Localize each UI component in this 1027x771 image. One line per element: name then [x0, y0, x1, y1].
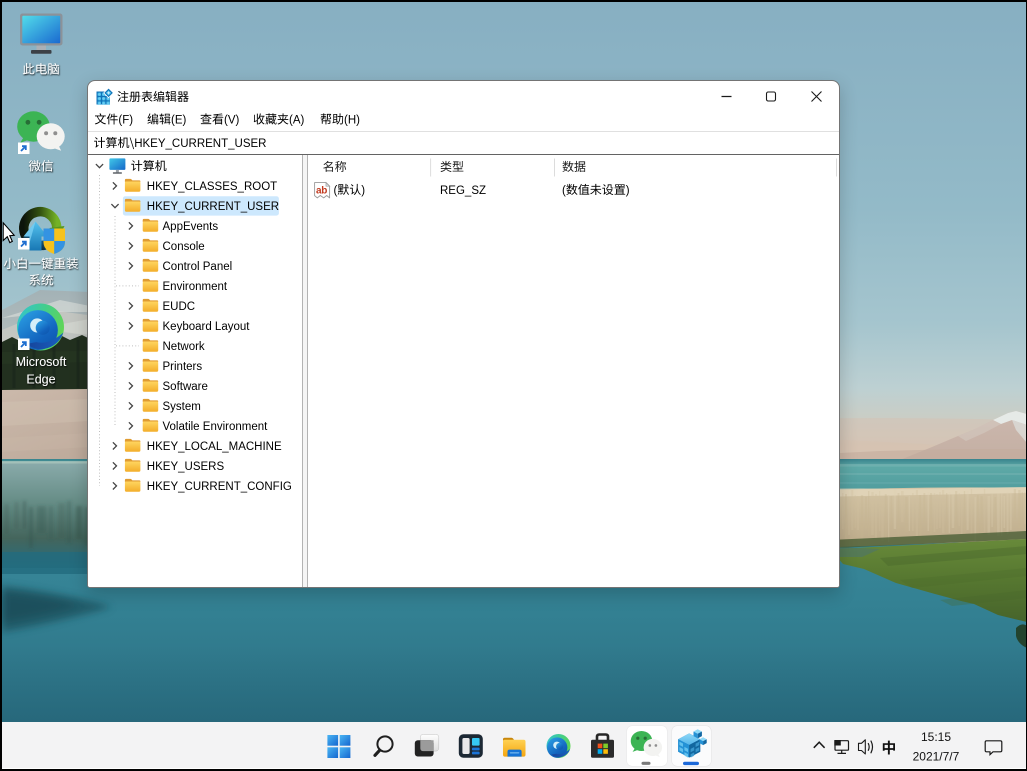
svg-text:HKEY_CURRENT_CONFIG: HKEY_CURRENT_CONFIG	[147, 481, 292, 493]
svg-text:Microsoft: Microsoft	[16, 355, 67, 369]
svg-text:HKEY_CURRENT_USER: HKEY_CURRENT_USER	[134, 138, 266, 150]
svg-text:HKEY_CLASSES_ROOT: HKEY_CLASSES_ROOT	[147, 181, 277, 193]
svg-text:AppEvents: AppEvents	[163, 221, 219, 233]
svg-text:Environment: Environment	[163, 281, 228, 293]
svg-text:Network: Network	[163, 341, 205, 353]
svg-text:(E): (E)	[171, 114, 187, 126]
svg-text:): )	[626, 185, 630, 197]
svg-text:HKEY_CURRENT_USER: HKEY_CURRENT_USER	[147, 201, 279, 213]
svg-text:REG_SZ: REG_SZ	[440, 185, 486, 197]
svg-text:Volatile Environment: Volatile Environment	[163, 421, 269, 433]
svg-text:Console: Console	[163, 241, 205, 253]
svg-text:(A): (A)	[289, 114, 305, 126]
svg-text:System: System	[163, 401, 201, 413]
svg-text:Keyboard Layout: Keyboard Layout	[163, 321, 251, 333]
svg-text:(: (	[562, 185, 566, 197]
svg-text:Printers: Printers	[163, 361, 203, 373]
svg-text:): )	[361, 185, 365, 197]
svg-text:HKEY_LOCAL_MACHINE: HKEY_LOCAL_MACHINE	[147, 441, 282, 453]
svg-text:EUDC: EUDC	[163, 301, 196, 313]
svg-text:2021/7/7: 2021/7/7	[913, 750, 960, 764]
svg-text:(: (	[334, 185, 338, 197]
svg-text:ab: ab	[316, 186, 327, 197]
svg-text:Software: Software	[163, 381, 208, 393]
svg-text:HKEY_USERS: HKEY_USERS	[147, 461, 225, 473]
svg-text:(V): (V)	[224, 114, 240, 126]
svg-text:(F): (F)	[118, 114, 133, 126]
svg-text:Control Panel: Control Panel	[163, 261, 233, 273]
svg-text:Edge: Edge	[26, 373, 55, 387]
svg-text:15:15: 15:15	[921, 730, 951, 744]
svg-text:(H): (H)	[344, 114, 360, 126]
